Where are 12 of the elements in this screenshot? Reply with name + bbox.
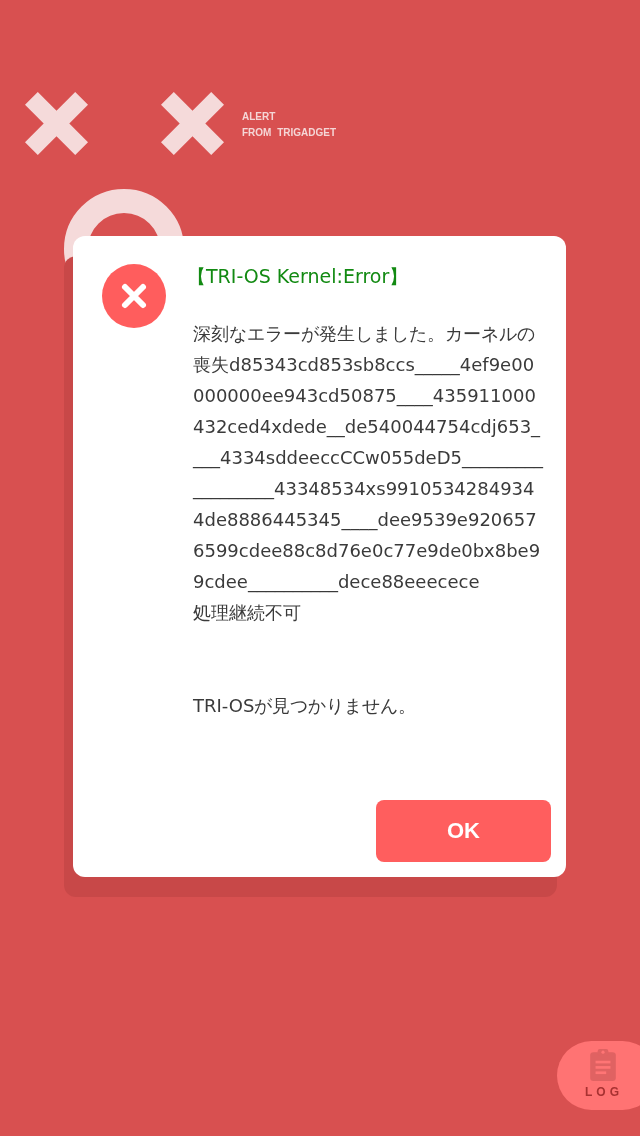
cross-shape (161, 92, 224, 155)
log-button[interactable]: LOG (557, 1041, 640, 1110)
error-icon (102, 264, 166, 328)
ok-button[interactable]: OK (376, 800, 551, 862)
header-text: FROM TRIGADGET (242, 126, 337, 139)
header-text: ALERT (242, 110, 277, 123)
cross-shape (25, 92, 88, 155)
detail-text: TRI-OSが見つかりません。 (193, 694, 418, 718)
status-text: 処理継続不可 (193, 601, 302, 625)
dialog-title: 【TRI-OS Kernel:Error】 (187, 264, 410, 288)
clipboard-icon (587, 1049, 619, 1081)
error-message: 深刻なエラーが発生しました。カーネルの喪失d85343cd853sb8ccs_____4ef9e00000000ee943cd50875____435911000432ced4xdede__de540044754cdj653____4334sddeeccCCw055deD5__________________43348534xs99105342849344de8886445345____dee9539e9206576599cdee88c8d76e0c77e9de0bx8be99cdee__________dece88eeecece (193, 322, 544, 595)
